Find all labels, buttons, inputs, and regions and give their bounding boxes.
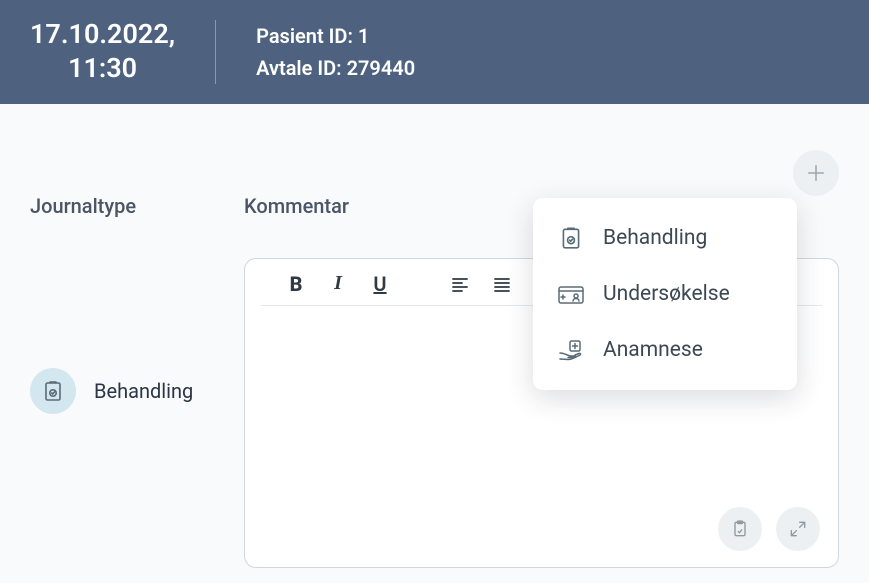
align-left-button[interactable]: [449, 273, 471, 295]
journal-type-label: Behandling: [94, 379, 193, 403]
journal-type-selected[interactable]: Behandling: [30, 368, 220, 414]
patient-id-label: Pasient ID:: [256, 24, 353, 48]
italic-button[interactable]: I: [327, 273, 349, 295]
clipboard-check-icon: [30, 368, 76, 414]
journal-type-dropdown: Behandling Undersøkelse Anamnese: [533, 198, 797, 390]
dropdown-item-label: Behandling: [603, 226, 707, 250]
editor-actions: [718, 507, 820, 551]
appointment-id-value: 279440: [347, 56, 416, 80]
dropdown-item-undersokelse[interactable]: Undersøkelse: [533, 266, 797, 322]
id-card-icon: [557, 280, 585, 308]
appointment-id-row: Avtale ID: 279440: [256, 52, 415, 84]
patient-id-row: Pasient ID: 1: [256, 20, 415, 52]
expand-button[interactable]: [776, 507, 820, 551]
underline-button[interactable]: U: [369, 273, 391, 295]
clipboard-button[interactable]: [718, 507, 762, 551]
header: 17.10.2022, 11:30 Pasient ID: 1 Avtale I…: [0, 0, 869, 104]
align-justify-button[interactable]: [491, 273, 513, 295]
hand-medical-icon: [557, 336, 585, 364]
dropdown-item-anamnese[interactable]: Anamnese: [533, 322, 797, 378]
add-button[interactable]: [793, 150, 839, 196]
header-datetime: 17.10.2022, 11:30: [30, 18, 215, 86]
header-ids: Pasient ID: 1 Avtale ID: 279440: [216, 20, 415, 84]
header-time: 11:30: [30, 52, 175, 86]
clipboard-check-icon: [557, 224, 585, 252]
header-date: 17.10.2022,: [30, 18, 175, 52]
appointment-id-label: Avtale ID:: [256, 56, 342, 80]
journal-type-column: Journaltype Behandling: [30, 130, 220, 568]
journal-type-heading: Journaltype: [30, 130, 220, 218]
patient-id-value: 1: [358, 24, 369, 48]
dropdown-item-label: Anamnese: [603, 338, 703, 362]
dropdown-item-label: Undersøkelse: [603, 282, 730, 306]
bold-button[interactable]: B: [285, 273, 307, 295]
dropdown-item-behandling[interactable]: Behandling: [533, 210, 797, 266]
